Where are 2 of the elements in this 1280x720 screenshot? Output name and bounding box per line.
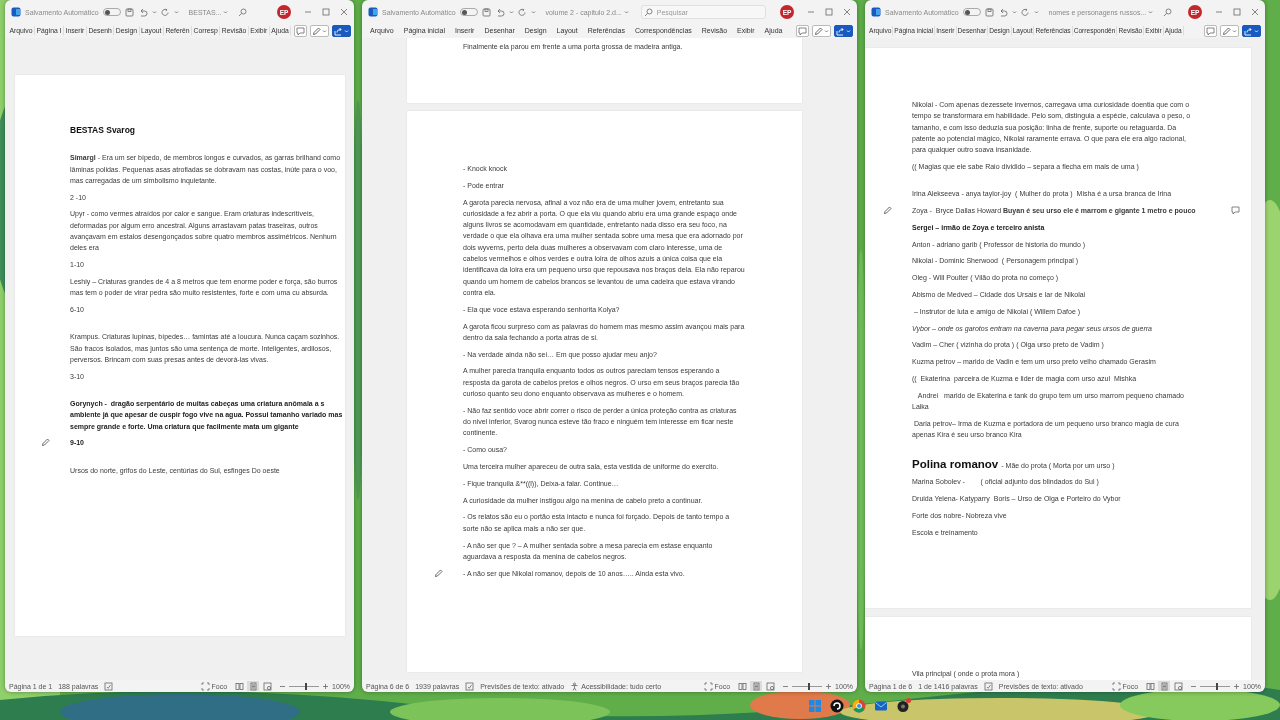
paragraph-text: BESTAS Svarog <box>70 125 136 135</box>
heading-text: Polina romanov <box>912 456 999 471</box>
